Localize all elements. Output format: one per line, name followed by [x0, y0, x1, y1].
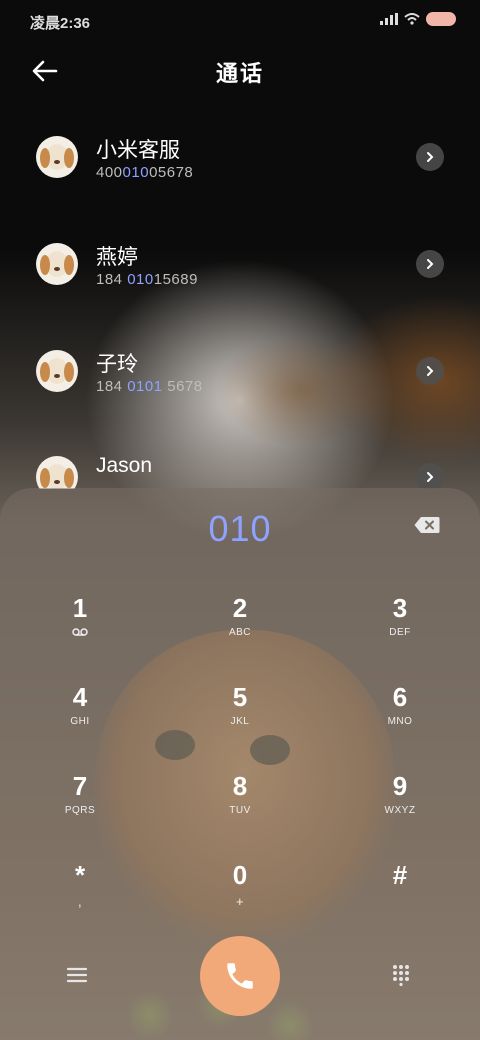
- key-5[interactable]: 5 JKL: [190, 682, 290, 752]
- contact-number: 184 01015689: [96, 271, 198, 288]
- key-6[interactable]: 6 MNO: [350, 682, 450, 752]
- status-icons: [380, 12, 456, 26]
- avatar: [36, 136, 78, 178]
- status-bar: 凌晨2:36: [0, 0, 480, 40]
- contact-detail-button[interactable]: [416, 143, 444, 171]
- contact-row[interactable]: 子玲 184 0101 5678: [0, 318, 480, 425]
- contact-name: Jason: [96, 454, 153, 477]
- key-star[interactable]: * ,: [30, 860, 130, 930]
- contact-list: 小米客服 40001005678 燕婷 184 01015689 子玲 184 …: [0, 104, 480, 489]
- page-title: 通话: [215, 61, 264, 86]
- chevron-right-icon: [427, 366, 434, 376]
- dialpad-bottom-bar: [0, 936, 480, 1016]
- menu-icon[interactable]: [66, 966, 88, 984]
- contact-detail-button[interactable]: [416, 250, 444, 278]
- contact-row[interactable]: Jason: [0, 424, 480, 489]
- chevron-right-icon: [427, 472, 434, 482]
- backspace-icon[interactable]: [414, 516, 440, 534]
- contact-name: 子玲: [96, 353, 138, 376]
- key-3[interactable]: 3 DEF: [350, 593, 450, 663]
- call-button[interactable]: [200, 936, 280, 1016]
- contact-number: 184 0101 5678: [96, 378, 203, 395]
- contact-name: 燕婷: [96, 246, 138, 269]
- key-7[interactable]: 7 PQRS: [30, 771, 130, 841]
- key-8[interactable]: 8 TUV: [190, 771, 290, 841]
- contact-name: 小米客服: [96, 139, 180, 162]
- key-9[interactable]: 9 WXYZ: [350, 771, 450, 841]
- dialpad-toggle-icon[interactable]: [392, 964, 410, 986]
- dialpad-panel: 010 1 2 ABC 3 DEF 4 GHI 5 JKL 6 MNO 7 PQ…: [0, 488, 480, 1040]
- key-2[interactable]: 2 ABC: [190, 593, 290, 663]
- phone-icon: [227, 963, 253, 989]
- contact-detail-button[interactable]: [416, 463, 444, 489]
- key-hash[interactable]: #: [350, 860, 450, 930]
- status-time: 凌晨2:36: [30, 15, 91, 32]
- avatar: [36, 350, 78, 392]
- contact-number: 40001005678: [96, 164, 194, 181]
- dial-input[interactable]: 010: [0, 508, 480, 550]
- key-0[interactable]: 0 +: [190, 860, 290, 930]
- key-1[interactable]: 1: [30, 593, 130, 663]
- header: 通话: [0, 48, 480, 92]
- voicemail-icon: [72, 628, 88, 636]
- contact-detail-button[interactable]: [416, 357, 444, 385]
- contact-row[interactable]: 小米客服 40001005678: [0, 104, 480, 211]
- avatar: [36, 456, 78, 489]
- avatar: [36, 243, 78, 285]
- chevron-right-icon: [427, 259, 434, 269]
- signal-icon: [380, 13, 398, 25]
- wifi-icon: [404, 13, 420, 25]
- chevron-right-icon: [427, 152, 434, 162]
- battery-icon: [426, 12, 456, 26]
- key-4[interactable]: 4 GHI: [30, 682, 130, 752]
- contact-row[interactable]: 燕婷 184 01015689: [0, 211, 480, 318]
